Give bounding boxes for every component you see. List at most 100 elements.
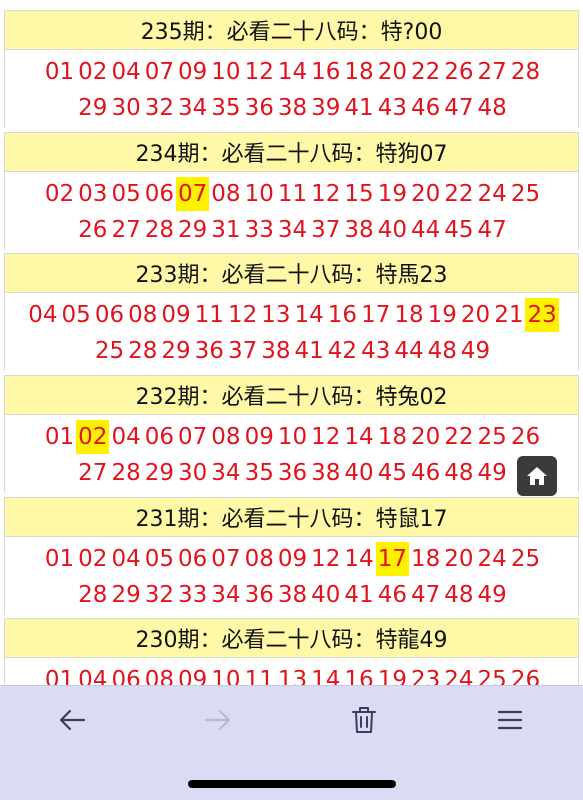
lottery-number: 40 [344, 460, 374, 486]
menu-button[interactable] [488, 702, 532, 738]
lottery-number: 33 [178, 582, 208, 608]
lottery-number: 20 [377, 59, 407, 85]
lottery-number: 19 [377, 181, 407, 207]
forward-button[interactable] [196, 702, 240, 738]
lottery-number: 35 [244, 460, 274, 486]
lottery-number: 31 [211, 217, 241, 243]
lottery-number: 34 [211, 582, 241, 608]
lottery-number: 12 [227, 302, 258, 328]
lottery-number: 06 [94, 302, 125, 328]
lottery-number: 37 [227, 338, 258, 364]
forward-arrow-icon [204, 709, 231, 731]
lottery-number: 20 [410, 181, 441, 207]
lottery-number: 47 [410, 582, 441, 608]
lottery-number: 48 [444, 582, 474, 608]
lottery-number: 46 [410, 95, 441, 121]
issue-header: 232期：必看二十八码：特兔02 [4, 375, 579, 415]
special-number: 17 [375, 542, 409, 576]
issue-numbers: 02 03 05 06 07 08 10 11 12 15 19 20 22 24 25 26 27 28 29 3… [4, 172, 579, 250]
delete-button[interactable] [342, 702, 386, 738]
lottery-number: 34 [277, 217, 308, 243]
lottery-number: 20 [410, 424, 441, 450]
issue-numbers: 01 02 04 07 09 10 12 14 16 18 20 22 26 27 28 29 30 32 34 3… [4, 50, 579, 128]
lottery-number: 36 [277, 460, 308, 486]
lottery-number: 38 [277, 95, 308, 121]
lottery-number: 47 [444, 95, 474, 121]
lottery-number: 12 [311, 181, 341, 207]
lottery-number: 34 [211, 460, 241, 486]
lottery-number: 41 [344, 582, 374, 608]
home-icon [527, 467, 547, 485]
lottery-list: 235期：必看二十八码：特?00 01 02 04 07 09 10 12 14 16 18 20 2… [0, 0, 583, 800]
number-row: 04 05 06 08 09 11 12 13 14 16 17 18 19 20 21 23 [5, 297, 580, 333]
lottery-number: 27 [111, 217, 141, 243]
lottery-number: 10 [244, 181, 274, 207]
lottery-number: 44 [410, 217, 441, 243]
lottery-number: 04 [111, 424, 141, 450]
home-button[interactable] [517, 456, 557, 496]
back-button[interactable] [50, 702, 94, 738]
lottery-number: 29 [78, 95, 108, 121]
lottery-number: 35 [211, 95, 241, 121]
lottery-number: 44 [394, 338, 424, 364]
lottery-number: 20 [460, 302, 491, 328]
lottery-number: 14 [344, 546, 374, 572]
number-row: 28 29 32 33 34 36 38 40 41 46 47 48 49 [5, 577, 580, 613]
lottery-number: 25 [510, 546, 541, 572]
number-row: 27 28 29 30 34 35 36 38 40 45 46 48 49 [5, 455, 580, 491]
lottery-number: 37 [311, 217, 341, 243]
lottery-number: 47 [477, 217, 507, 243]
issue-numbers: 01 02 04 05 06 07 08 09 12 14 17 18 20 24 25 28 29 32 33 3… [4, 537, 579, 615]
number-row: 26 27 28 29 31 33 34 37 38 40 44 45 47 [5, 212, 580, 248]
number-row: 01 02 04 05 06 07 08 09 12 14 17 18 20 24 25 [5, 541, 580, 577]
lottery-number: 29 [144, 460, 175, 486]
lottery-number: 05 [144, 546, 175, 572]
lottery-number: 25 [94, 338, 125, 364]
lottery-number: 01 [44, 59, 75, 85]
lottery-number: 09 [277, 546, 308, 572]
lottery-number: 30 [178, 460, 208, 486]
lottery-number: 09 [244, 424, 274, 450]
lottery-number: 07 [178, 424, 208, 450]
lottery-number: 02 [78, 546, 108, 572]
lottery-number: 18 [394, 302, 424, 328]
lottery-number: 28 [144, 217, 175, 243]
special-number: 07 [176, 177, 210, 211]
lottery-number: 09 [161, 302, 191, 328]
lottery-number: 05 [111, 181, 141, 207]
lottery-number: 26 [78, 217, 108, 243]
lottery-number: 26 [444, 59, 474, 85]
lottery-number: 46 [377, 582, 407, 608]
lottery-number: 22 [444, 181, 474, 207]
lottery-number: 45 [377, 460, 407, 486]
lottery-number: 49 [477, 582, 507, 608]
issue-numbers: 04 05 06 08 09 11 12 13 14 16 17 18 19 20 21 23 25 28 29 3… [4, 293, 579, 371]
issue-header: 230期：必看二十八码：特龍49 [4, 618, 579, 658]
lottery-number: 06 [144, 424, 175, 450]
issue-title: 232期：必看二十八码：特兔02 [135, 385, 448, 410]
lottery-number: 21 [494, 302, 524, 328]
lottery-number: 10 [277, 424, 308, 450]
lottery-number: 32 [144, 582, 175, 608]
lottery-number: 11 [194, 302, 224, 328]
lottery-number: 43 [377, 95, 407, 121]
lottery-number: 16 [311, 59, 341, 85]
lottery-number: 28 [78, 582, 108, 608]
special-number: 02 [76, 420, 110, 454]
number-row: 02 03 05 06 07 08 10 11 12 15 19 20 22 24 25 [5, 176, 580, 212]
lottery-number: 04 [111, 546, 141, 572]
menu-icon [497, 710, 523, 730]
lottery-number: 13 [261, 302, 291, 328]
lottery-number: 03 [78, 181, 108, 207]
lottery-number: 49 [460, 338, 491, 364]
lottery-number: 38 [311, 460, 341, 486]
lottery-number: 05 [61, 302, 91, 328]
lottery-number: 19 [427, 302, 457, 328]
lottery-number: 20 [444, 546, 474, 572]
lottery-number: 12 [311, 546, 341, 572]
lottery-number: 38 [277, 582, 308, 608]
lottery-number: 01 [44, 424, 75, 450]
lottery-number: 40 [311, 582, 341, 608]
lottery-number: 43 [361, 338, 391, 364]
lottery-number: 42 [327, 338, 358, 364]
